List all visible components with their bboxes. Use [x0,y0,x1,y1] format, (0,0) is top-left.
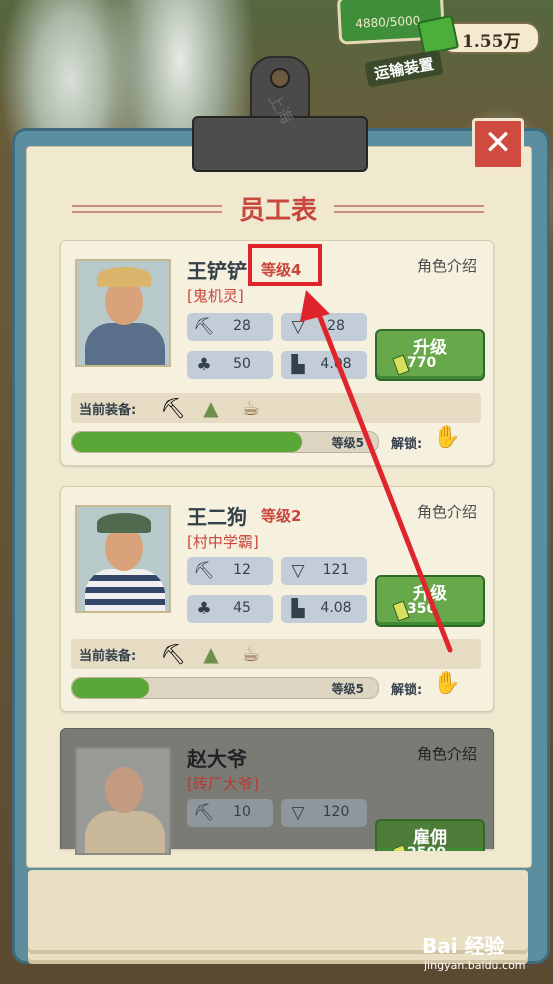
upgrade-price: 350 [407,601,437,617]
level-highlight-box [248,244,322,286]
center-sign-count: 4880/5000 [354,13,421,31]
equipment-row: 当前装备: ⛏ ▲ ☕ [71,393,481,423]
equipment-row: 当前装备: ⛏ ▲ ☕ [71,639,481,669]
title-divider-right [334,205,484,213]
stat-mining: ⛏ 12 [187,557,273,585]
boot-icon: ▙ [291,355,305,375]
bucket-icon: ▽ [291,803,305,823]
progress-fill [72,678,149,698]
stat-luck: ♣ 45 [187,595,273,623]
upgrade-price: 770 [407,355,437,371]
employee-portrait [75,259,171,367]
stat-mining: ⛏ 10 [187,799,273,827]
employee-card: 王二狗 等级2 [村中学霸] 角色介绍 ⛏ 12 ▽ 121 ♣ 45 ▙ 4.08 升… [60,486,494,712]
clover-icon: ♣ [196,599,212,619]
cup-icon[interactable]: ☕ [237,395,265,421]
level-progress-bar: 等级5 [71,677,379,699]
stat-speed: ▙ 4.08 [281,351,367,379]
progress-fill [72,432,302,452]
stat-luck: ♣ 50 [187,351,273,379]
upgrade-button[interactable]: 升级 770 [375,329,485,381]
boot-icon: ▙ [291,599,305,619]
watermark-url: jingyan.baidu.com [424,959,526,972]
employee-tag: [砖厂大爷] [187,775,259,793]
bucket-icon: ▽ [291,561,305,581]
pickaxe-icon: ⛏ [193,803,215,823]
cup-icon[interactable]: ☕ [237,641,265,667]
employee-portrait [75,747,171,855]
stone-pile-icon[interactable]: ▲ [197,641,225,667]
hire-price: 2500 [407,845,446,851]
progress-label: 等级5 [331,682,364,696]
stat-mining: ⛏ 28 [187,313,273,341]
pickaxe-icon: ⛏ [193,317,215,337]
intro-link[interactable]: 角色介绍 [417,501,477,522]
money-value: 1.55万 [462,32,521,52]
level-progress-bar: 等级5 [71,431,379,453]
cash-icon [416,14,460,56]
stat-capacity: ▽ 121 [281,557,367,585]
stat-speed: ▙ 4.08 [281,595,367,623]
clover-icon: ♣ [196,355,212,375]
close-button[interactable]: ✕ [472,118,524,170]
employee-name: 王铲铲 [187,259,247,283]
employee-card-locked: 赵大爷 [砖厂大爷] 角色介绍 ⛏10 ▽120 雇佣 2500 [60,728,494,855]
clipboard-clip: 上海 [192,56,368,172]
intro-link[interactable]: 角色介绍 [417,255,477,276]
pickaxe-icon[interactable]: ⛏ [159,641,187,667]
glove-icon[interactable]: ✋ [433,425,463,455]
bucket-icon: ▽ [291,317,305,337]
intro-link[interactable]: 角色介绍 [417,743,477,764]
unlock-label: 解锁: [391,437,423,452]
hire-button[interactable]: 雇佣 2500 [375,819,485,851]
baidu-watermark: Bai 经验 jingyan.baidu.com [422,930,526,972]
equipment-label: 当前装备: [79,649,137,664]
progress-label: 等级5 [331,436,364,450]
employee-portrait [75,505,171,613]
employee-tag: [村中学霸] [187,533,259,551]
employee-tag: [鬼机灵] [187,287,244,305]
unlock-label: 解锁: [391,683,423,698]
upgrade-button[interactable]: 升级 350 [375,575,485,627]
employee-name: 赵大爷 [187,747,247,771]
stone-pile-icon[interactable]: ▲ [197,395,225,421]
pickaxe-icon[interactable]: ⛏ [159,395,187,421]
employee-level: 等级2 [261,507,302,525]
equipment-label: 当前装备: [79,403,137,418]
watermark-main: Bai 经验 [422,934,505,958]
stat-capacity: ▽ 120 [281,799,367,827]
money-display: 1.55万 [416,14,540,56]
pickaxe-icon: ⛏ [193,561,215,581]
stat-capacity: ▽ 28 [281,313,367,341]
employee-name: 王二狗 [187,505,247,529]
glove-icon[interactable]: ✋ [433,671,463,701]
panel-header: 员工表 [26,190,530,226]
